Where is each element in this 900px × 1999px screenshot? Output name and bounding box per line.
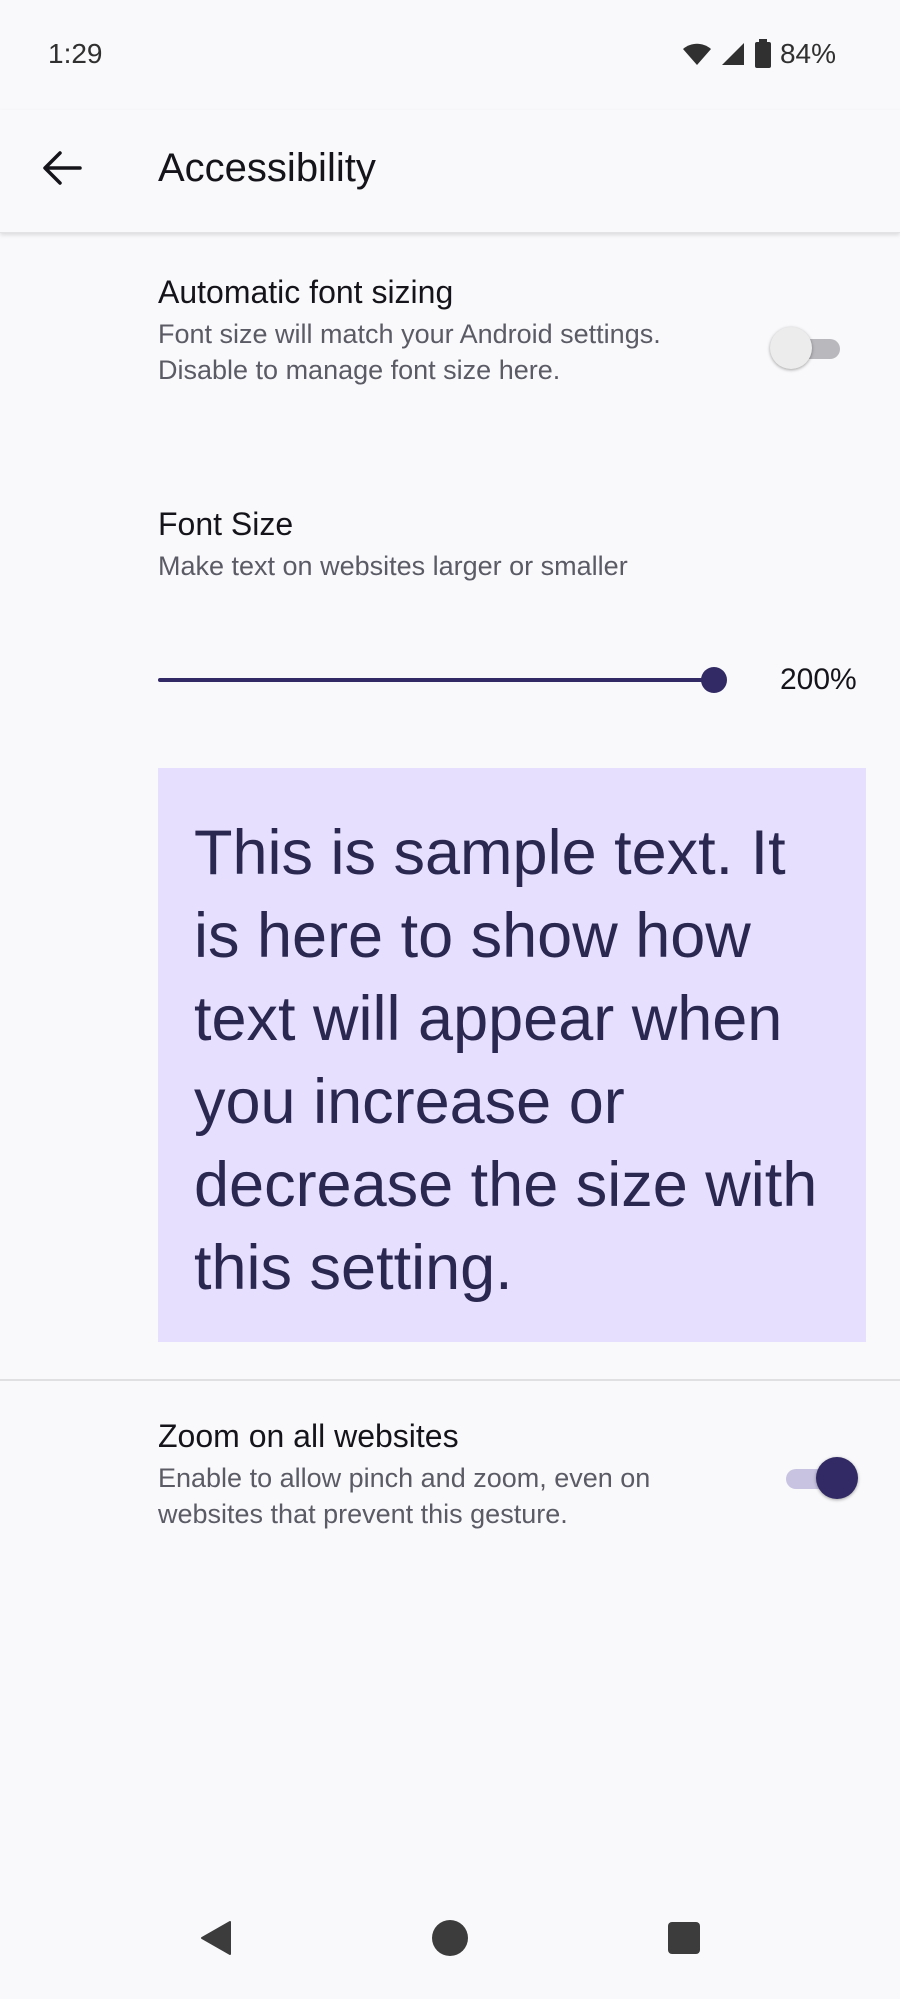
switch-thumb [816, 1457, 858, 1499]
switch-thumb [770, 327, 812, 369]
setting-font-size: Font Size Make text on websites larger o… [158, 504, 838, 584]
arrow-left-icon [40, 146, 84, 195]
slider-thumb[interactable] [701, 667, 727, 693]
back-button[interactable] [28, 136, 96, 204]
setting-title: Automatic font sizing [158, 274, 454, 310]
status-bar: 1:29 84% [0, 0, 900, 110]
page-title: Accessibility [158, 146, 376, 190]
system-navigation-bar [0, 1900, 900, 1999]
nav-back-button[interactable] [176, 1900, 256, 1980]
divider [0, 1379, 900, 1381]
font-size-value: 200% [780, 663, 857, 696]
nav-home-button[interactable] [410, 1900, 490, 1980]
status-time: 1:29 [48, 38, 103, 69]
nav-recents-button[interactable] [644, 1900, 724, 1980]
slider-rail [158, 678, 714, 682]
battery-percent: 84% [779, 38, 836, 69]
zoom-on-all-websites-switch[interactable] [786, 1454, 858, 1502]
setting-automatic-font-sizing[interactable]: Automatic font sizing Font size will mat… [158, 272, 678, 388]
cell-signal-icon [720, 41, 746, 67]
setting-summary: Font size will match your Android settin… [158, 319, 661, 385]
setting-summary: Enable to allow pinch and zoom, even on … [158, 1463, 651, 1529]
setting-title: Font Size [158, 506, 294, 542]
home-circle-icon [431, 1919, 469, 1962]
wifi-icon [682, 41, 712, 67]
recents-square-icon [666, 1920, 702, 1961]
setting-title: Zoom on all websites [158, 1418, 459, 1454]
sample-text: This is sample text. It is here to show … [194, 818, 818, 1303]
status-icons: 84% [682, 38, 836, 70]
automatic-font-sizing-switch[interactable] [770, 324, 840, 372]
font-size-slider[interactable] [158, 664, 727, 696]
back-triangle-icon [198, 1920, 234, 1961]
setting-zoom-on-all-websites[interactable]: Zoom on all websites Enable to allow pin… [158, 1416, 718, 1532]
app-bar: Accessibility [0, 110, 900, 233]
battery-icon [754, 39, 772, 69]
sample-text-preview: This is sample text. It is here to show … [158, 768, 866, 1342]
setting-summary: Make text on websites larger or smaller [158, 551, 628, 581]
